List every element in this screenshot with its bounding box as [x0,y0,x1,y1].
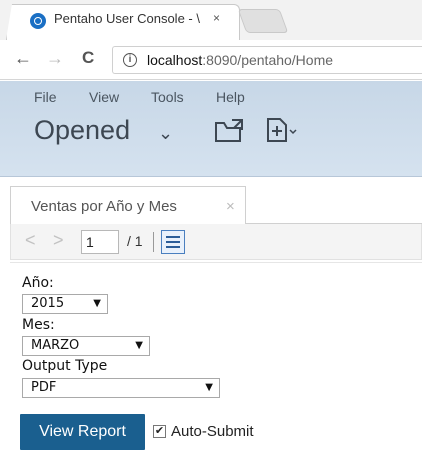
menu-tools[interactable]: Tools [151,89,184,105]
month-label: Mes: [22,317,55,333]
pager-separator [153,232,154,252]
open-folder-icon[interactable] [214,117,246,143]
url-path: :8090/pentaho/Home [202,52,334,68]
forward-icon[interactable]: → [46,48,64,69]
output-type-value: PDF [31,380,57,395]
menu-help[interactable]: Help [216,89,245,105]
month-select[interactable]: MARZO ▼ [22,336,150,356]
auto-submit-label[interactable]: Auto-Submit [171,423,254,440]
report-pager: < > 1 / 1 [10,224,422,260]
output-type-dropdown-icon: ▼ [205,382,213,393]
year-select[interactable]: 2015 ▼ [22,294,108,314]
auto-submit-checkbox[interactable]: ✔ [153,425,166,438]
year-dropdown-icon: ▼ [93,298,101,309]
output-type-select[interactable]: PDF ▼ [22,378,220,398]
browser-tabstrip: Pentaho User Console - \ × [0,0,422,40]
year-value: 2015 [31,296,65,311]
url-text: localhost:8090/pentaho/Home [147,52,333,68]
view-report-button[interactable]: View Report [20,414,145,450]
browser-tab-title: Pentaho User Console - \ [54,11,200,26]
toggle-parameters-icon[interactable] [161,230,185,254]
prev-page-icon[interactable]: < [25,230,36,251]
page-number-input[interactable]: 1 [81,230,119,254]
year-label: Año: [22,275,54,291]
back-icon[interactable]: ← [14,48,32,69]
perspective-chevron-icon[interactable]: ⌄ [158,123,173,144]
pentaho-header: File View Tools Help Opened ⌄ [0,81,422,177]
url-host: localhost [147,52,203,68]
page-total: / 1 [127,233,143,249]
menu-view[interactable]: View [89,89,119,105]
report-tabbar: Ventas por Año y Mes × [10,186,422,225]
output-type-label: Output Type [22,358,108,374]
divider [10,262,422,263]
browser-toolbar: ← → C i localhost:8090/pentaho/Home [0,40,422,80]
new-tab-button[interactable] [237,9,289,33]
report-tab-title: Ventas por Año y Mes [31,198,177,215]
perspective-switcher[interactable]: Opened [34,115,130,146]
site-info-icon[interactable]: i [123,53,137,67]
month-dropdown-icon: ▼ [135,340,143,351]
browser-tab-close-icon[interactable]: × [213,11,220,25]
month-value: MARZO [31,338,80,353]
next-page-icon[interactable]: > [53,230,64,251]
new-file-icon[interactable] [266,117,300,143]
reload-icon[interactable]: C [82,48,94,68]
report-tab-close-icon[interactable]: × [226,198,235,215]
report-tab[interactable]: Ventas por Año y Mes × [10,186,246,225]
menu-file[interactable]: File [34,89,57,105]
pentaho-favicon-icon [30,13,46,29]
address-bar[interactable]: i localhost:8090/pentaho/Home [112,46,422,74]
